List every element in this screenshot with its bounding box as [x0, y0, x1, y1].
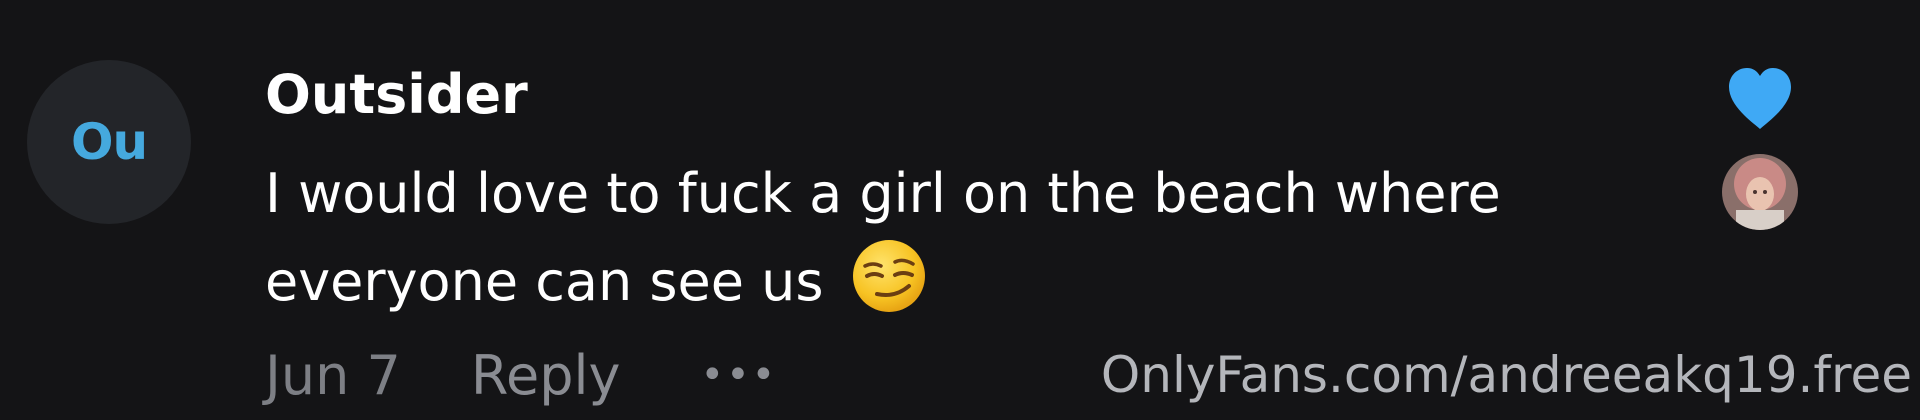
watermark-text: OnlyFans.com/andreeakq19.free — [1100, 346, 1912, 404]
comment-item: Ou Outsider I would love to fuck a girl … — [0, 0, 1920, 420]
comment-meta: Jun 7 Reply ••• — [265, 340, 777, 410]
user-avatar[interactable]: Ou — [27, 60, 191, 224]
avatar-initials: Ou — [70, 113, 148, 171]
comment-text-line2: everyone can see us — [265, 250, 824, 313]
comment-date: Jun 7 — [265, 343, 401, 407]
more-options-button[interactable]: ••• — [700, 352, 777, 398]
smirking-face-emoji — [852, 240, 925, 312]
comment-text: I would love to fuck a girl on the beach… — [265, 150, 1615, 326]
liker-avatar[interactable] — [1722, 154, 1798, 230]
reply-button[interactable]: Reply — [471, 344, 621, 407]
comment-text-line1: I would love to fuck a girl on the beach… — [265, 162, 1501, 225]
comment-username[interactable]: Outsider — [265, 60, 528, 130]
heart-icon[interactable] — [1725, 65, 1795, 131]
